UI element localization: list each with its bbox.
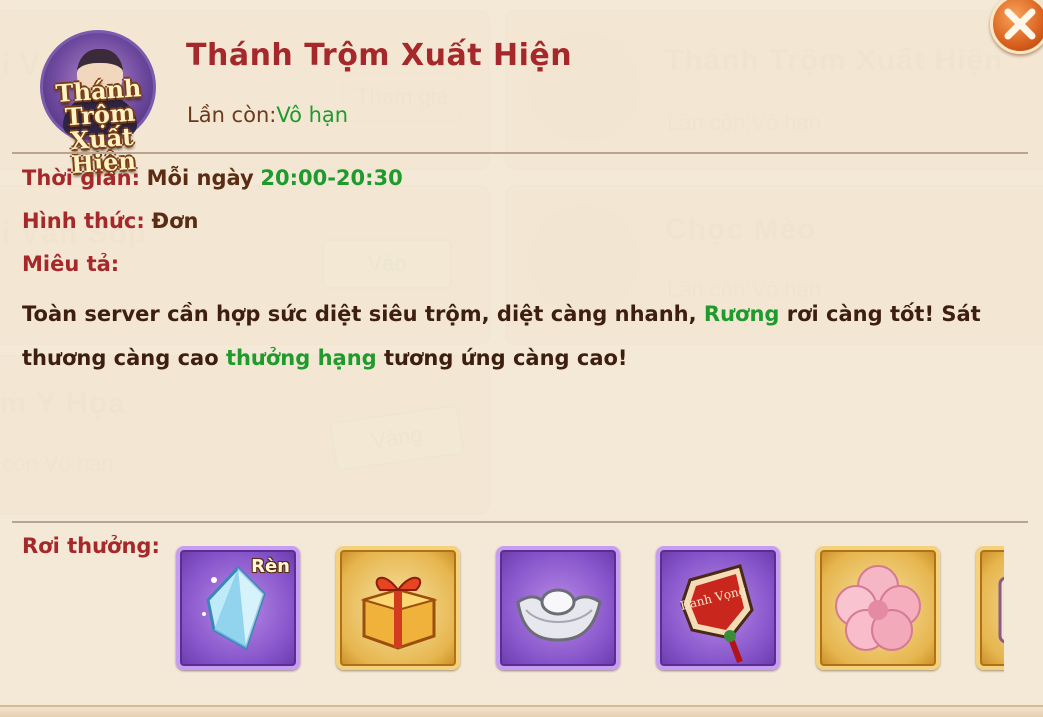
time-row: Thời gian: Mỗi ngày 20:00-20:30 <box>22 166 403 190</box>
divider-top <box>12 152 1028 154</box>
description-label-row: Miêu tả: <box>22 252 119 276</box>
close-icon <box>1004 8 1036 40</box>
time-prefix: Mỗi ngày <box>146 166 254 190</box>
activity-logo-line1: Thánh Trộm <box>54 73 143 132</box>
time-value: 20:00-20:30 <box>260 166 403 190</box>
remaining-value: Vô hạn <box>276 103 349 127</box>
description-label: Miêu tả: <box>22 252 120 276</box>
activity-title: Thánh Trộm Xuất Hiện <box>186 38 573 73</box>
desc-highlight-rank-reward: thưởng hạng <box>225 346 377 370</box>
reward-slot-fame-token[interactable]: Danh Vọng <box>656 546 780 670</box>
reward-tag: Rèn <box>251 556 290 577</box>
partial-item-icon <box>998 576 1004 644</box>
fame-token-icon: Danh Vọng <box>679 564 754 664</box>
reward-list[interactable]: Rèn Danh Vọng <box>172 546 1004 674</box>
remaining-count: Lần còn:Vô hạn <box>187 103 348 127</box>
reward-slot-gift-box[interactable] <box>336 546 460 670</box>
activity-avatar: Thánh Trộm Xuất Hiện <box>40 30 156 179</box>
reward-label: Rơi thưởng: <box>22 534 160 558</box>
description-text: Toàn server cần hợp sức diệt siêu trộm, … <box>22 292 1012 380</box>
desc-part1: Toàn server cần hợp sức diệt siêu trộm, … <box>22 302 704 326</box>
mode-row: Hình thức: Đơn <box>22 209 198 233</box>
silver-ingot-icon <box>516 588 602 642</box>
activity-logo: Thánh Trộm Xuất Hiện <box>36 73 166 179</box>
activity-detail-panel: Thánh Trộm Xuất Hiện Thánh Trộm Xuất Hiệ… <box>0 0 1043 717</box>
desc-highlight-chest: Rương <box>703 302 780 326</box>
time-label: Thời gian: <box>22 166 140 190</box>
pink-flower-icon <box>835 565 921 651</box>
reward-slot-flower[interactable] <box>816 546 940 670</box>
reward-slot-crystal[interactable]: Rèn <box>176 546 300 670</box>
mode-label: Hình thức: <box>22 209 145 233</box>
mode-value: Đơn <box>151 209 199 233</box>
panel-bottom-frame <box>0 705 1043 717</box>
reward-slot-silver-ingot[interactable] <box>496 546 620 670</box>
desc-part3: tương ứng càng cao! <box>376 346 628 370</box>
remaining-label: Lần còn: <box>187 103 277 127</box>
divider-bottom <box>12 521 1028 523</box>
gold-gift-box-icon <box>360 577 438 650</box>
reward-slot-partial[interactable] <box>976 546 1004 670</box>
